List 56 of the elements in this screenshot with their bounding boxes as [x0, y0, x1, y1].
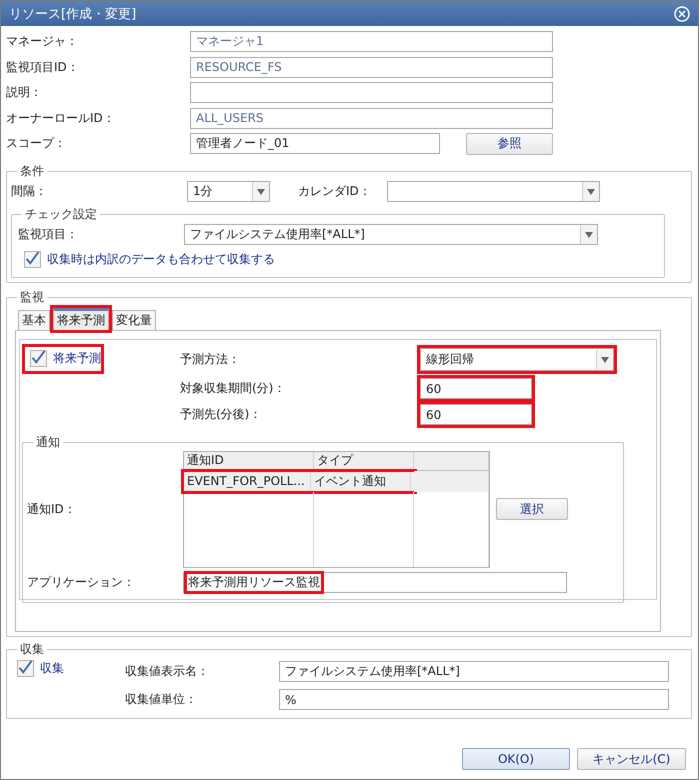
caret-icon [582, 182, 599, 201]
checkbox[interactable] [17, 660, 34, 677]
field-label: スコープ： [6, 135, 67, 152]
caret-icon [580, 225, 597, 244]
caret-icon [596, 350, 613, 369]
field-label: 対象収集期間(分)： [180, 380, 286, 397]
input-field[interactable]: 管理者ノード_01 [190, 133, 440, 154]
field-label: 収集値単位： [125, 691, 198, 708]
tab[interactable]: 変化量 [112, 310, 156, 330]
checkbox-label: 収集時は内訳のデータも合わせて収集する [47, 251, 275, 268]
group-title: 監視 [19, 288, 45, 306]
dropdown[interactable]: 線形回帰 [420, 348, 614, 371]
checkbox[interactable] [30, 350, 47, 367]
tab[interactable]: 将来予測 [53, 308, 109, 330]
group-title: チェック設定 [24, 206, 98, 222]
input-field[interactable]: 60 [420, 378, 532, 399]
input-field[interactable]: 60 [420, 404, 532, 425]
table-cell: イベント通知 [311, 472, 411, 490]
field-label: カレンダID： [298, 183, 372, 200]
field-label: アプリケーション： [27, 574, 136, 591]
close-icon[interactable] [674, 6, 690, 22]
cancel-button[interactable]: キャンセル(C) [577, 748, 686, 770]
input-field[interactable] [190, 82, 553, 104]
field-label: 間隔： [11, 183, 48, 200]
group-title: 収集 [19, 640, 45, 658]
table-row[interactable]: EVENT_FOR_POLL... イベント通知 [181, 468, 417, 494]
input-field[interactable]: ファイルシステム使用率[*ALL*] [279, 661, 669, 682]
field-label: 通知ID： [27, 500, 77, 518]
browse-button[interactable]: 参照 [466, 132, 553, 155]
group-title: 条件 [19, 162, 45, 180]
checkbox[interactable] [24, 251, 41, 268]
field-label: 説明： [6, 84, 43, 102]
dropdown[interactable]: ファイルシステム使用率[*ALL*] [184, 224, 598, 245]
column-header: タイプ [314, 452, 414, 470]
caret-icon [252, 182, 269, 201]
field-label: 予測方法： [180, 351, 241, 368]
checkbox-label: 収集 [40, 660, 64, 677]
field-label: 予測先(分後)： [180, 406, 262, 423]
field-value: 将来予測用リソース監視 [188, 574, 320, 591]
table-cell: EVENT_FOR_POLL... [184, 472, 311, 490]
group-title: 通知 [35, 434, 61, 450]
field-label: 監視項目ID： [6, 58, 80, 76]
column-header: 通知ID [184, 452, 314, 470]
field-label: マネージャ： [6, 33, 79, 50]
tab[interactable]: 基本 [18, 310, 50, 330]
dropdown[interactable] [387, 181, 600, 202]
dropdown[interactable]: 1分 [187, 181, 270, 202]
field-label: 監視項目： [17, 226, 79, 243]
input-field[interactable]: % [279, 689, 669, 710]
field-label: オーナーロールID： [6, 110, 116, 127]
window-title: リソース[作成・変更] [9, 6, 136, 22]
field-label: 収集値表示名： [125, 663, 210, 680]
input-field[interactable]: 将来予測用リソース監視 [183, 572, 567, 593]
ok-button[interactable]: OK(O) [462, 748, 570, 770]
checkbox-label: 将来予測 [53, 350, 101, 367]
select-button[interactable]: 選択 [496, 498, 568, 520]
